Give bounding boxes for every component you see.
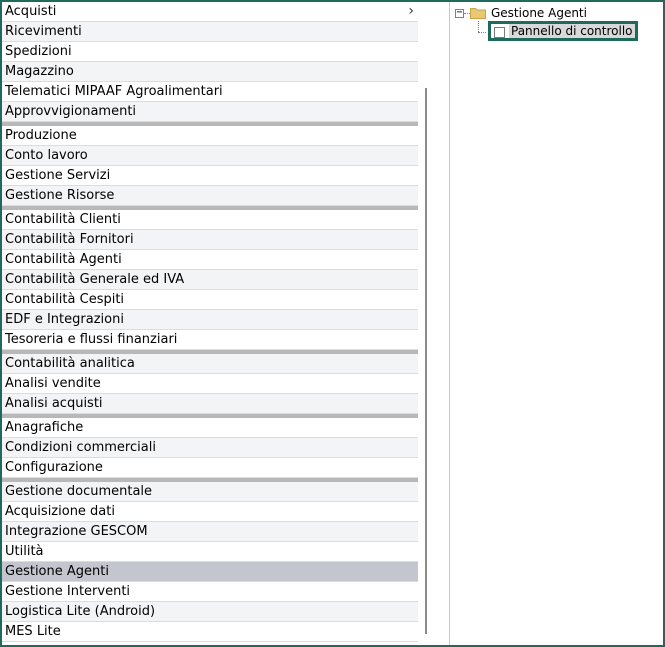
menu-item-contabilita-cespiti[interactable]: Contabilità Cespiti [2, 290, 418, 310]
menu-scrollbar[interactable] [418, 2, 434, 645]
tree-connector [478, 21, 479, 32]
menu-item-utilita[interactable]: Utilità [2, 542, 418, 562]
menu-item-gestione-servizi[interactable]: Gestione Servizi [2, 166, 418, 186]
menu-item-label: Utilità [5, 544, 44, 559]
menu-item-label: Anagrafiche [5, 420, 84, 435]
menu-item-label: Magazzino [5, 64, 74, 79]
scrollbar-thumb[interactable] [425, 88, 427, 634]
menu-item-logistica-lite-android[interactable]: Logistica Lite (Android) [2, 602, 418, 622]
module-menu: Acquisti › Ricevimenti Spedizioni Magazzino T… [2, 2, 418, 645]
menu-item-configurazione[interactable]: Configurazione [2, 458, 418, 478]
menu-item-integrazione-gescom[interactable]: Integrazione GESCOM [2, 522, 418, 542]
menu-item-label: Acquisti [5, 4, 57, 19]
menu-item-label: Contabilità Agenti [5, 252, 122, 267]
menu-item-label: Gestione Risorse [5, 188, 115, 203]
menu-item-analisi-acquisti[interactable]: Analisi acquisti [2, 394, 418, 414]
menu-item-contabilita-analitica[interactable]: Contabilità analitica [2, 354, 418, 374]
menu-item-acquisti[interactable]: Acquisti › [2, 2, 418, 22]
menu-item-label: Ricevimenti [5, 24, 82, 39]
menu-item-edf-e-integrazioni[interactable]: EDF e Integrazioni [2, 310, 418, 330]
chevron-right-icon: › [408, 3, 414, 19]
menu-item-anagrafiche[interactable]: Anagrafiche [2, 418, 418, 438]
menu-item-label: Condizioni commerciali [5, 440, 156, 455]
menu-item-label: Analisi acquisti [5, 396, 103, 411]
menu-item-approvvigionamenti[interactable]: Approvvigionamenti [2, 102, 418, 122]
menu-item-produzione[interactable]: Produzione [2, 126, 418, 146]
menu-item-condizioni-commerciali[interactable]: Condizioni commerciali [2, 438, 418, 458]
tree-item-pannello-di-controllo[interactable]: Pannello di controllo [488, 21, 638, 41]
menu-item-label: Contabilità analitica [5, 356, 135, 371]
menu-item-label: Acquisizione dati [5, 504, 115, 519]
menu-item-contabilita-fornitori[interactable]: Contabilità Fornitori [2, 230, 418, 250]
menu-item-label: MES Lite [5, 624, 61, 639]
menu-item-acquisizione-dati[interactable]: Acquisizione dati [2, 502, 418, 522]
menu-item-label: Produzione [5, 128, 77, 143]
menu-item-label: Conto lavoro [5, 148, 88, 163]
menu-item-gestione-agenti[interactable]: Gestione Agenti [2, 562, 418, 582]
menu-item-spedizioni[interactable]: Spedizioni [2, 42, 418, 62]
menu-item-label: Contabilità Cespiti [5, 292, 125, 307]
menu-item-ricevimenti[interactable]: Ricevimenti [2, 22, 418, 42]
menu-item-label: Logistica Lite (Android) [5, 604, 156, 619]
menu-item-contabilita-agenti[interactable]: Contabilità Agenti [2, 250, 418, 270]
menu-item-label: Gestione Agenti [5, 564, 109, 579]
menu-item-label: Contabilità Fornitori [5, 232, 134, 247]
menu-item-label: Tesoreria e flussi finanziari [5, 332, 178, 347]
menu-item-label: Integrazione GESCOM [5, 524, 148, 539]
menu-item-label: Telematici MIPAAF Agroalimentari [5, 84, 223, 99]
tree-connector [478, 32, 486, 33]
collapse-icon[interactable]: − [455, 8, 464, 18]
menu-item-label: EDF e Integrazioni [5, 312, 124, 327]
tree-child-label[interactable]: Pannello di controllo [509, 24, 635, 38]
menu-item-gestione-documentale[interactable]: Gestione documentale [2, 482, 418, 502]
menu-item-tesoreria-e-flussi-finanziari[interactable]: Tesoreria e flussi finanziari [2, 330, 418, 350]
menu-item-contabilita-generale-ed-iva[interactable]: Contabilità Generale ed IVA [2, 270, 418, 290]
menu-item-label: Configurazione [5, 460, 103, 475]
tree-root-label[interactable]: Gestione Agenti [491, 5, 587, 21]
menu-item-label: Gestione Servizi [5, 168, 111, 183]
menu-item-label: Gestione documentale [5, 484, 153, 499]
menu-item-label: Gestione Interventi [5, 584, 131, 599]
menu-item-label: Contabilità Generale ed IVA [5, 272, 185, 287]
menu-item-contabilita-clienti[interactable]: Contabilità Clienti [2, 210, 418, 230]
menu-item-analisi-vendite[interactable]: Analisi vendite [2, 374, 418, 394]
menu-item-label: Analisi vendite [5, 376, 101, 391]
menu-item-telematici-mipaaf-agroalimentari[interactable]: Telematici MIPAAF Agroalimentari [2, 82, 418, 102]
menu-item-gestione-risorse[interactable]: Gestione Risorse [2, 186, 418, 206]
menu-item-label: Contabilità Clienti [5, 212, 121, 227]
tree-view: − Gestione Agenti Pannello di controllo [450, 2, 661, 645]
menu-item-gestione-interventi[interactable]: Gestione Interventi [2, 582, 418, 602]
menu-item-conto-lavoro[interactable]: Conto lavoro [2, 146, 418, 166]
menu-item-label: Approvvigionamenti [5, 104, 137, 119]
menu-item-magazzino[interactable]: Magazzino [2, 62, 418, 82]
document-icon [494, 27, 505, 38]
folder-icon [470, 8, 486, 19]
menu-item-label: Spedizioni [5, 44, 72, 59]
menu-item-mes-lite[interactable]: MES Lite [2, 622, 418, 642]
